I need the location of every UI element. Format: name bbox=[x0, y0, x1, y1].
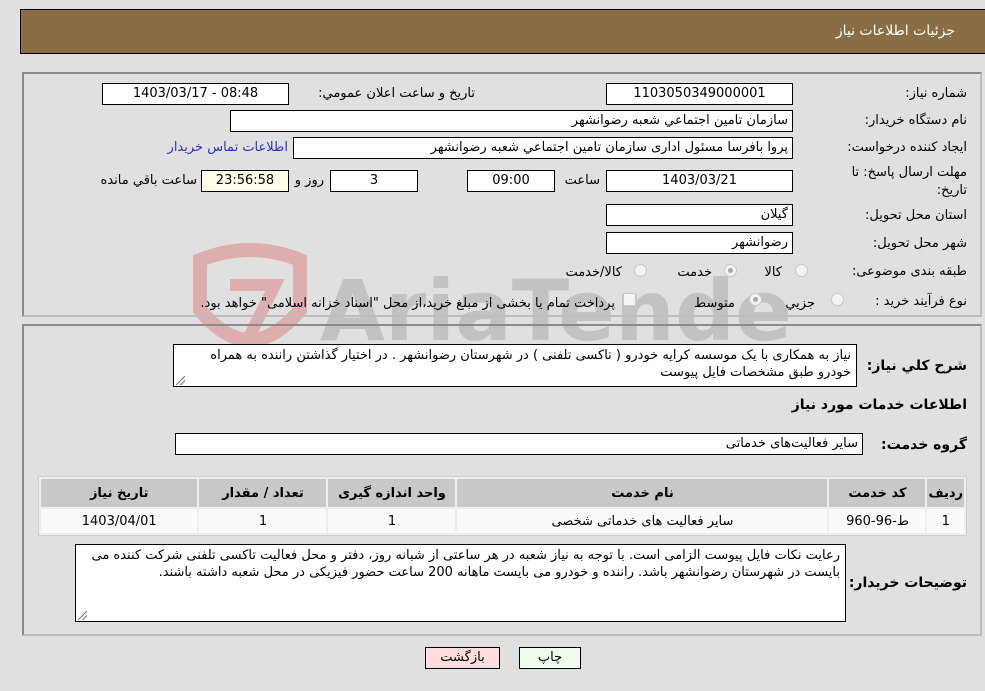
deadline-label-line2: تاریخ: bbox=[936, 183, 967, 198]
deadline-label-line1: مهلت ارسال پاسخ: تا bbox=[851, 165, 967, 180]
category-option-goods: کالا bbox=[764, 265, 782, 280]
service-group-label: گروه خدمت: bbox=[881, 437, 967, 453]
col-quantity: تعداد / مقدار bbox=[199, 479, 327, 507]
back-button[interactable]: بازگشت bbox=[425, 647, 500, 669]
category-radio-goods-service[interactable] bbox=[634, 264, 647, 277]
announce-datetime-label: تاریخ و ساعت اعلان عمومي: bbox=[318, 86, 475, 101]
purchase-type-option-medium: متوسط bbox=[694, 296, 735, 311]
category-option-service: خدمت bbox=[677, 265, 712, 280]
buyer-contact-link[interactable]: اطلاعات تماس خريدار bbox=[168, 140, 288, 155]
col-row-number: رديف bbox=[927, 479, 964, 507]
col-service-name: نام خدمت bbox=[457, 479, 828, 507]
buyer-org-label: نام دستگاه خريدار: bbox=[864, 113, 967, 128]
cell-service-code: ط-96-960 bbox=[829, 509, 926, 533]
category-option-goods-service: کالا/خدمت bbox=[565, 265, 622, 280]
purchase-type-radio-minor[interactable] bbox=[831, 293, 844, 306]
need-info-panel bbox=[22, 72, 982, 317]
announce-datetime-field: 1403/03/17 - 08:48 bbox=[102, 83, 289, 105]
resize-grip-icon[interactable] bbox=[78, 611, 87, 620]
need-number-label: شماره نیاز: bbox=[905, 86, 967, 101]
page-title: جزئیات اطلاعات نیاز bbox=[835, 23, 955, 39]
province-label: استان محل تحويل: bbox=[865, 208, 967, 223]
deadline-time-label: ساعت bbox=[564, 173, 600, 188]
purchase-type-label: نوع فرآيند خريد : bbox=[875, 294, 967, 309]
col-unit: واحد اندازه گيری bbox=[328, 479, 456, 507]
need-number-field: 1103050349000001 bbox=[606, 83, 793, 105]
creator-label: ایجاد کننده درخواست: bbox=[847, 140, 967, 155]
description-text: نیاز به همکاری با یک موسسه کرایه خودرو (… bbox=[210, 348, 851, 380]
category-radio-service[interactable] bbox=[724, 264, 737, 277]
cell-quantity: 1 bbox=[199, 509, 327, 533]
remaining-days-field: 3 bbox=[330, 170, 418, 192]
treasury-checkbox[interactable] bbox=[623, 293, 636, 306]
page-header: جزئیات اطلاعات نیاز bbox=[20, 9, 985, 54]
days-label: روز و bbox=[294, 173, 324, 188]
buyer-notes-label: توضيحات خريدار: bbox=[848, 575, 967, 591]
city-label: شهر محل تحويل: bbox=[872, 236, 967, 251]
category-radio-goods[interactable] bbox=[795, 264, 808, 277]
treasury-note: پرداخت تمام يا بخشی از مبلغ خريد،از محل … bbox=[200, 296, 615, 311]
cell-row-number: 1 bbox=[927, 509, 964, 533]
service-group-field: ساير فعاليت‌هاى خدماتى bbox=[175, 433, 863, 455]
col-service-code: کد خدمت bbox=[829, 479, 926, 507]
description-textarea[interactable]: نیاز به همکاری با یک موسسه کرایه خودرو (… bbox=[173, 344, 857, 387]
cell-need-date: 1403/04/01 bbox=[41, 509, 198, 533]
description-label: شرح کلي نياز: bbox=[866, 358, 967, 374]
province-field: گيلان bbox=[606, 204, 793, 226]
purchase-type-radio-medium[interactable] bbox=[749, 293, 762, 306]
category-label: طبقه بندی موضوعی: bbox=[851, 264, 967, 279]
col-need-date: تاريخ نياز bbox=[41, 479, 198, 507]
buyer-notes-text: رعایت نکات فایل پیوست الزامی است. با توج… bbox=[91, 548, 840, 580]
remaining-time-field: 23:56:58 bbox=[201, 170, 289, 192]
print-button[interactable]: چاپ bbox=[519, 647, 581, 669]
buyer-notes-textarea[interactable]: رعایت نکات فایل پیوست الزامی است. با توج… bbox=[75, 544, 846, 622]
remaining-time-label: ساعت باقي مانده bbox=[100, 173, 197, 188]
services-section-title: اطلاعات خدمات مورد نياز bbox=[791, 397, 967, 413]
cell-service-name: ساير فعاليت هاى خدماتى شخصى bbox=[457, 509, 828, 533]
purchase-type-option-minor: جزيي bbox=[785, 296, 815, 311]
deadline-time-field: 09:00 bbox=[467, 170, 555, 192]
resize-grip-icon[interactable] bbox=[176, 376, 185, 385]
services-table: رديف کد خدمت نام خدمت واحد اندازه گيری ت… bbox=[38, 476, 967, 536]
cell-unit: 1 bbox=[328, 509, 456, 533]
table-header-row: رديف کد خدمت نام خدمت واحد اندازه گيری ت… bbox=[41, 479, 964, 507]
creator-field: پروا بافرسا مسئول اداری سازمان تامين اجت… bbox=[293, 137, 793, 159]
city-field: رضوانشهر bbox=[606, 232, 793, 254]
deadline-date-field: 1403/03/21 bbox=[606, 170, 793, 192]
buyer-org-field: سازمان تامين اجتماعي شعبه رضوانشهر bbox=[230, 110, 793, 132]
table-row: 1 ط-96-960 ساير فعاليت هاى خدماتى شخصى 1… bbox=[41, 509, 964, 533]
